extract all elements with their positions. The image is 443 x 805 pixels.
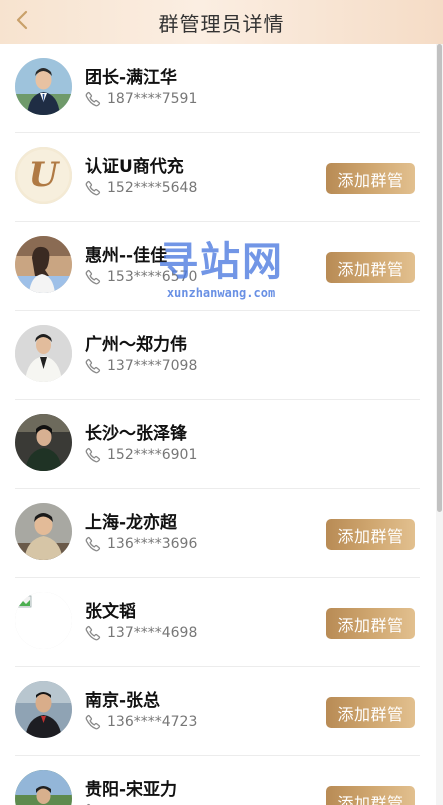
phone-icon: [85, 447, 101, 463]
phone-icon: [85, 358, 101, 374]
member-name: 长沙～张泽锋: [85, 424, 187, 444]
member-name: 认证U商代充: [85, 157, 184, 177]
phone-row: 137****7098: [85, 358, 197, 374]
list-item[interactable]: 上海-龙亦超 136****3696 添加群管: [15, 489, 420, 578]
chevron-left-icon: [15, 10, 29, 34]
member-name: 团长-满江华: [85, 68, 178, 88]
avatar[interactable]: [15, 770, 72, 805]
phone-row: 187****7591: [85, 91, 197, 107]
add-admin-button[interactable]: 添加群管: [326, 608, 415, 639]
list-item[interactable]: 惠州--佳佳 153****6570 添加群管: [15, 222, 420, 311]
avatar[interactable]: [15, 414, 72, 471]
list-item[interactable]: U 认证U商代充 152****5648 添加群管: [15, 133, 420, 222]
phone-row: 152****6901: [85, 447, 197, 463]
add-admin-button[interactable]: 添加群管: [326, 697, 415, 728]
list-item[interactable]: 南京-张总 136****4723 添加群管: [15, 667, 420, 756]
avatar[interactable]: U: [15, 147, 72, 204]
phone-icon: [85, 180, 101, 196]
phone-number: 187****7591: [107, 91, 198, 107]
phone-row: 137****4698: [85, 625, 197, 641]
header-bar: 群管理员详情: [0, 0, 443, 44]
phone-row: 136****3696: [85, 536, 197, 552]
phone-number: 152****5648: [107, 180, 198, 196]
phone-number: 137****7098: [107, 358, 198, 374]
phone-number: 152****6901: [107, 447, 198, 463]
member-name: 张文韬: [85, 602, 136, 622]
phone-row: 136****4723: [85, 714, 197, 730]
back-button[interactable]: [10, 8, 34, 36]
phone-icon: [85, 536, 101, 552]
scrollbar[interactable]: [436, 44, 443, 805]
avatar[interactable]: [15, 325, 72, 382]
phone-row: 153****6570: [85, 269, 197, 285]
scrollbar-thumb[interactable]: [437, 44, 442, 512]
svg-text:U: U: [29, 155, 61, 195]
member-name: 贵阳-宋亚力: [85, 780, 178, 800]
member-name: 南京-张总: [85, 691, 161, 711]
add-admin-button[interactable]: 添加群管: [326, 163, 415, 194]
avatar[interactable]: [15, 592, 72, 649]
phone-icon: [85, 269, 101, 285]
add-admin-button[interactable]: 添加群管: [326, 252, 415, 283]
member-name: 广州～郑力伟: [85, 335, 187, 355]
add-admin-button[interactable]: 添加群管: [326, 519, 415, 550]
admin-list: 团长-满江华 187****7591 U 认证U商代充 152****5648 添加群管惠…: [0, 44, 435, 805]
phone-icon: [85, 714, 101, 730]
avatar[interactable]: [15, 236, 72, 293]
list-item[interactable]: 张文韬 137****4698 添加群管: [15, 578, 420, 667]
member-name: 惠州--佳佳: [85, 246, 168, 266]
phone-number: 136****3696: [107, 536, 198, 552]
member-name: 上海-龙亦超: [85, 513, 178, 533]
phone-number: 153****6570: [107, 269, 198, 285]
avatar[interactable]: [15, 58, 72, 115]
phone-number: 137****4698: [107, 625, 198, 641]
list-item[interactable]: 团长-满江华 187****7591: [15, 44, 420, 133]
phone-row: 152****5648: [85, 180, 197, 196]
avatar[interactable]: [15, 503, 72, 560]
add-admin-button[interactable]: 添加群管: [326, 786, 415, 805]
page-title: 群管理员详情: [158, 11, 285, 36]
avatar[interactable]: [15, 681, 72, 738]
phone-icon: [85, 91, 101, 107]
phone-number: 136****4723: [107, 714, 198, 730]
list-item[interactable]: 长沙～张泽锋 152****6901: [15, 400, 420, 489]
list-item[interactable]: 广州～郑力伟 137****7098: [15, 311, 420, 400]
phone-icon: [85, 625, 101, 641]
list-item[interactable]: 贵阳-宋亚力 添加群管: [15, 756, 420, 805]
